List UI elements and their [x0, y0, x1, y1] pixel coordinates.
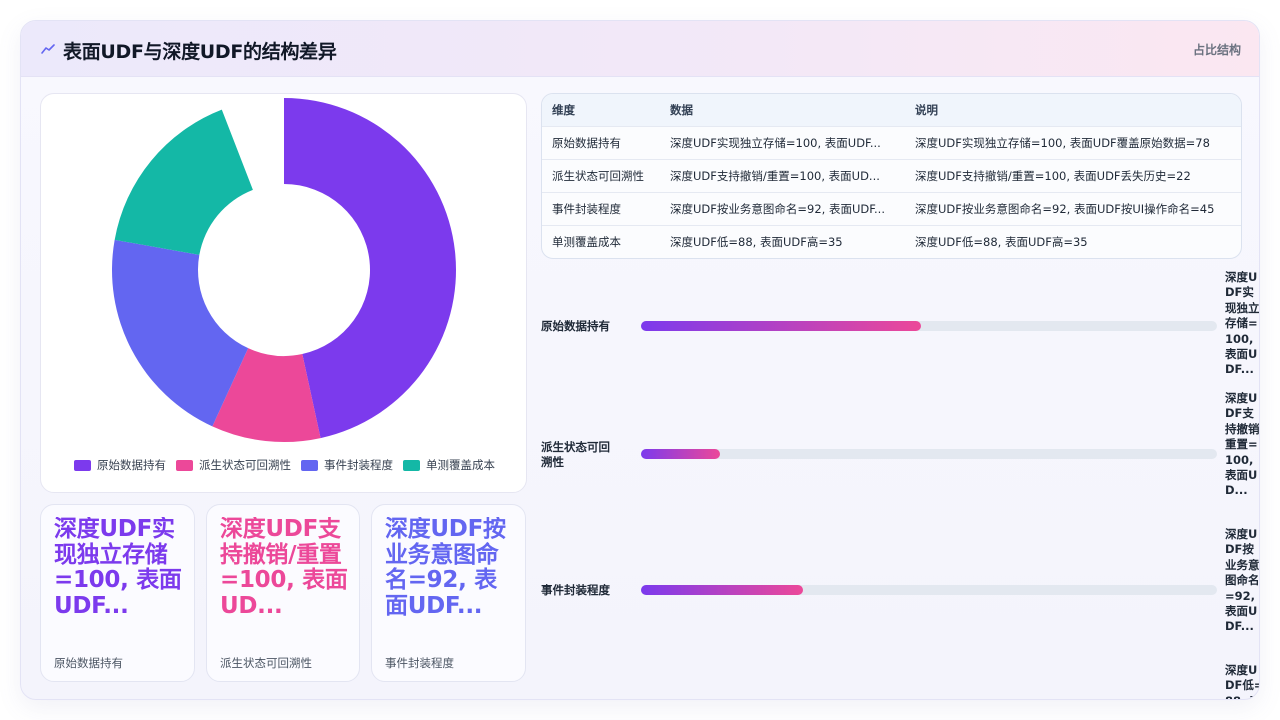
kpi-label: 事件封装程度	[385, 656, 454, 670]
table-cell: 深度UDF低=88, 表面UDF高=35	[915, 235, 1088, 249]
table-row: 事件封装程度 深度UDF按业务意图命名=92, 表面UDF... 深度UDF按业…	[542, 193, 1241, 226]
table-cell: 深度UDF实现独立存储=100, 表面UDF...	[670, 136, 881, 150]
column-header: 维度	[552, 103, 575, 117]
legend-item[interactable]: 单测覆盖成本	[403, 456, 495, 474]
bar-track	[641, 585, 1217, 595]
chart-type-tag[interactable]: 占比结构	[1193, 41, 1241, 58]
kpi-value: 深度UDF按业务意图命名=92, 表面UDF...	[385, 517, 506, 619]
table-row: 原始数据持有 深度UDF实现独立存储=100, 表面UDF... 深度UDF实现…	[542, 127, 1241, 160]
table-row: 单测覆盖成本 深度UDF低=88, 表面UDF高=35 深度UDF低=88, 表…	[542, 226, 1241, 258]
pie-slice[interactable]	[284, 98, 456, 439]
legend-swatch	[176, 459, 193, 471]
table-cell: 派生状态可回溯性	[552, 169, 644, 183]
legend-label: 单测覆盖成本	[426, 458, 495, 472]
bar-value: 深度UDF支持撤销/重置=100, 表面UD...	[1225, 391, 1260, 498]
table-cell: 深度UDF按业务意图命名=92, 表面UDF...	[670, 202, 885, 216]
pie-chart-panel: 原始数据持有 派生状态可回溯性 事件封装程度 单测覆盖成本	[40, 93, 527, 493]
kpi-value: 深度UDF实现独立存储=100, 表面UDF...	[54, 517, 182, 619]
bar-value: 深度UDF低=88, 表面UDF高=35	[1225, 663, 1259, 699]
bar-fill	[641, 585, 803, 595]
table-row: 派生状态可回溯性 深度UDF支持撤销/重置=100, 表面UD... 深度UDF…	[542, 160, 1241, 193]
table-header-row: 维度 数据 说明	[542, 94, 1241, 127]
legend-swatch	[74, 459, 91, 471]
bar-row: 派生状态可回溯性 深度UDF支持撤销/重置=100, 表面UD...	[541, 390, 1260, 518]
table-cell: 深度UDF按业务意图命名=92, 表面UDF按UI操作命名=45	[915, 202, 1215, 216]
table-cell: 事件封装程度	[552, 202, 621, 216]
kpi-label: 派生状态可回溯性	[220, 656, 312, 670]
bar-fill	[641, 449, 720, 459]
pie-slice[interactable]	[114, 109, 253, 255]
bar-fill	[641, 321, 921, 331]
legend-item[interactable]: 原始数据持有	[74, 456, 166, 474]
bar-value: 深度UDF按业务意图命名=92, 表面UDF...	[1225, 527, 1260, 634]
donut-chart	[112, 98, 456, 442]
column-header: 说明	[915, 103, 938, 117]
card-header: 表面UDF与深度UDF的结构差异 占比结构	[21, 21, 1259, 77]
bar-row: 深度UDF低=88, 表面UDF高=35	[541, 663, 1259, 699]
legend-label: 派生状态可回溯性	[199, 458, 291, 472]
legend-label: 事件封装程度	[324, 458, 393, 472]
bar-track	[641, 321, 1217, 331]
table-cell: 深度UDF支持撤销/重置=100, 表面UDF丢失历史=22	[915, 169, 1191, 183]
column-header: 数据	[670, 103, 693, 117]
bar-row: 原始数据持有 深度UDF实现独立存储=100, 表面UDF...	[541, 269, 1260, 395]
bar-label: 原始数据持有	[541, 319, 610, 333]
bar-row: 事件封装程度 深度UDF按业务意图命名=92, 表面UDF...	[541, 527, 1260, 653]
bar-track	[641, 449, 1217, 459]
kpi-card: 深度UDF支持撤销/重置=100, 表面UD... 派生状态可回溯性	[206, 504, 360, 682]
table-cell: 原始数据持有	[552, 136, 621, 150]
table-cell: 深度UDF支持撤销/重置=100, 表面UD...	[670, 169, 880, 183]
table-cell: 深度UDF实现独立存储=100, 表面UDF覆盖原始数据=78	[915, 136, 1210, 150]
data-table: 维度 数据 说明 原始数据持有 深度UDF实现独立存储=100, 表面UDF..…	[541, 93, 1242, 259]
kpi-card: 深度UDF实现独立存储=100, 表面UDF... 原始数据持有	[40, 504, 195, 682]
bar-label: 事件封装程度	[541, 583, 610, 597]
sparkline-icon	[41, 44, 55, 54]
table-cell: 深度UDF低=88, 表面UDF高=35	[670, 235, 843, 249]
legend-item[interactable]: 派生状态可回溯性	[176, 456, 291, 474]
legend-swatch	[301, 459, 318, 471]
chart-legend: 原始数据持有 派生状态可回溯性 事件封装程度 单测覆盖成本	[41, 456, 528, 474]
dashboard-card: 表面UDF与深度UDF的结构差异 占比结构 原始数据持有 派生状态可回溯性 事件…	[20, 20, 1260, 700]
kpi-card: 深度UDF按业务意图命名=92, 表面UDF... 事件封装程度	[371, 504, 526, 682]
bar-label: 派生状态可回溯性	[541, 440, 610, 469]
kpi-label: 原始数据持有	[54, 656, 123, 670]
table-cell: 单测覆盖成本	[552, 235, 621, 249]
legend-item[interactable]: 事件封装程度	[301, 456, 393, 474]
page-title: 表面UDF与深度UDF的结构差异	[63, 41, 337, 63]
kpi-value: 深度UDF支持撤销/重置=100, 表面UD...	[220, 517, 348, 619]
bar-value: 深度UDF实现独立存储=100, 表面UDF...	[1225, 270, 1260, 377]
legend-label: 原始数据持有	[97, 458, 166, 472]
legend-swatch	[403, 459, 420, 471]
